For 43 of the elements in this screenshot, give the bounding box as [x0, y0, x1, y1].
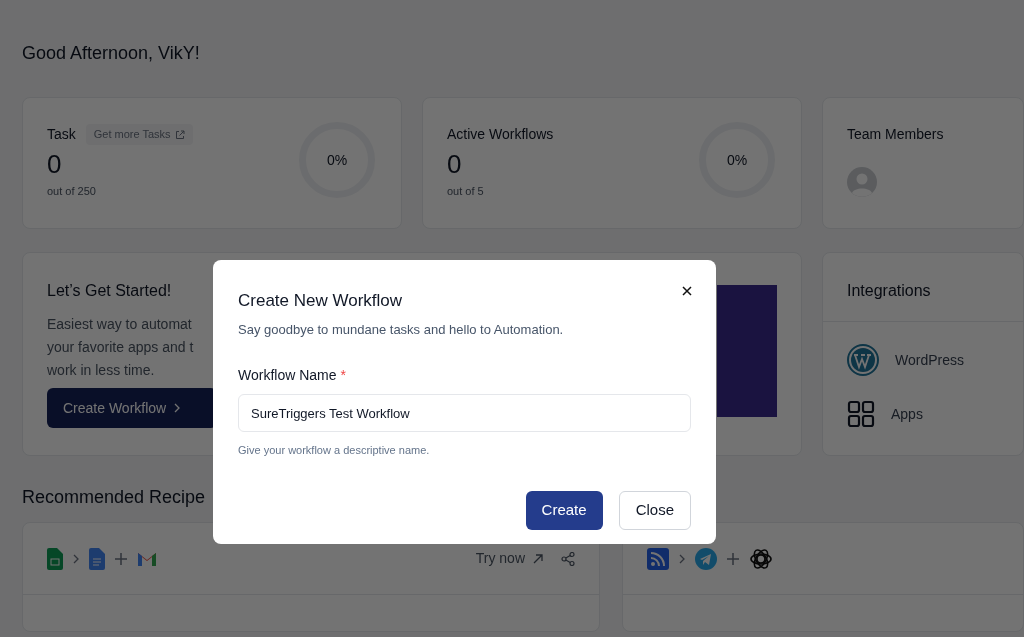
integration-item[interactable]: WordPress: [847, 344, 1023, 376]
progress-ring: 0%: [299, 122, 375, 198]
close-button[interactable]: Close: [618, 490, 691, 530]
card-title: Integrations: [823, 253, 1023, 322]
card-title: Let’s Get Started!: [47, 281, 172, 301]
avatar-icon: [847, 167, 877, 197]
chevron-right-icon: [679, 553, 685, 564]
stat-caption: out of 5: [447, 184, 485, 199]
stat-value: 0: [47, 148, 63, 181]
create-button[interactable]: Create: [525, 490, 603, 530]
mail-icon: [137, 550, 157, 567]
video-thumbnail-placeholder[interactable]: [717, 285, 777, 417]
dialog-subtitle: Say goodbye to mundane tasks and hello to Automation.: [238, 320, 565, 339]
sheets-icon: [47, 547, 63, 570]
stat-caption: out of 250: [47, 184, 97, 199]
paper-plane-icon: [695, 547, 717, 570]
field-hint: Give your workflow a descriptive name.: [238, 443, 431, 458]
plus-icon: [727, 552, 739, 565]
external-link-icon: [174, 129, 185, 140]
description: Easiest way to automat your favorite apps and t work in less time.: [47, 315, 194, 380]
arrow-up-right-icon: [533, 553, 543, 564]
document-icon: [89, 547, 105, 570]
progress-ring: 0%: [699, 122, 775, 198]
plus-icon: [115, 552, 127, 565]
greeting: Good Afternoon, VikY!: [22, 42, 201, 64]
field-label: Workflow Name *: [238, 366, 347, 385]
try-now-link[interactable]: Try now: [475, 548, 543, 569]
close-icon[interactable]: [682, 286, 692, 296]
card-title: Task: [47, 125, 76, 144]
wordpress-icon: [847, 344, 879, 376]
chevron-right-icon: [73, 553, 79, 564]
workflow-name-field[interactable]: SureTriggers Test Workflow: [238, 394, 691, 432]
stat-value: 0: [447, 148, 463, 181]
section-title: Recommended Recipe: [22, 486, 207, 508]
get-more-tasks-link[interactable]: Get more Tasks: [85, 124, 193, 145]
card-title: Team Members: [847, 125, 945, 144]
integration-item[interactable]: Apps: [847, 398, 1023, 430]
share-icon[interactable]: [561, 551, 575, 566]
rss-icon: [647, 547, 669, 570]
chevron-right-icon: [174, 403, 181, 413]
card-title: Active Workflows: [447, 125, 554, 144]
grid-icon: [847, 400, 875, 428]
dialog-title: Create New Workflow: [238, 290, 403, 312]
